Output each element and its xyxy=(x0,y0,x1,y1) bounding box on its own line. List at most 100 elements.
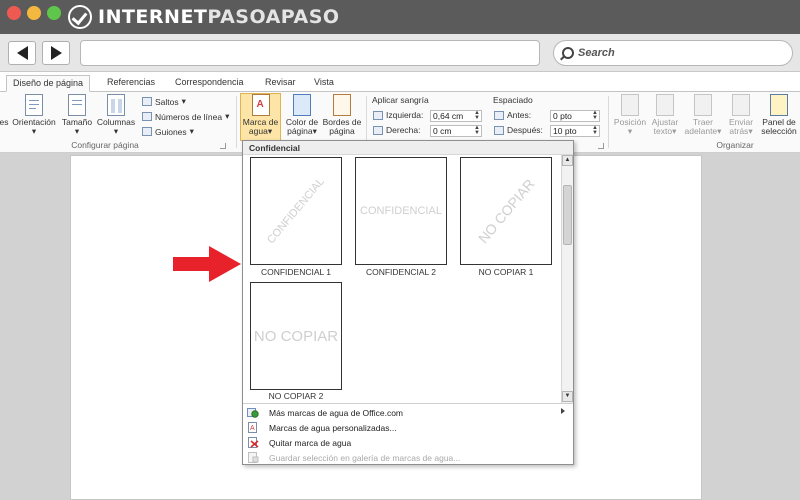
aplicar-sangria-title: Aplicar sangría xyxy=(372,95,429,105)
thumb-caption: NO COPIAR 1 xyxy=(478,267,534,277)
orientation-icon xyxy=(25,94,43,116)
marca-de-agua-button[interactable]: A Marca de agua▾ xyxy=(240,94,281,140)
columns-icon xyxy=(107,94,125,116)
brand-part1: INTERNET xyxy=(98,6,208,28)
thumb-caption: CONFIDENCIAL 2 xyxy=(365,267,437,277)
margenes-label: es xyxy=(0,117,9,127)
bordes-de-pagina-button[interactable]: Bordes de página xyxy=(321,94,363,140)
enviar-atras-button[interactable]: Enviar atrás▾ xyxy=(724,94,758,140)
guiones-button[interactable]: Guiones ▾ xyxy=(142,126,194,137)
watermark-text: CONFIDENCIAL xyxy=(265,175,327,247)
despues-stepper[interactable]: 10 pto ▲ ▼ xyxy=(550,125,600,137)
margenes-button[interactable]: es xyxy=(0,94,10,140)
custom-watermark-icon: A xyxy=(247,422,259,433)
thumb-caption: CONFIDENCIAL 1 xyxy=(260,267,332,277)
wrap-text-icon xyxy=(656,94,674,116)
stepper-arrows-icon: ▲ ▼ xyxy=(592,110,598,121)
tab-revisar[interactable]: Revisar xyxy=(259,75,302,92)
watermark-text: CONFIDENCIAL xyxy=(360,205,442,217)
antes-row: Antes: xyxy=(494,110,531,120)
send-backward-icon xyxy=(732,94,750,116)
submenu-arrow-icon xyxy=(561,408,565,414)
antes-label: Antes: xyxy=(507,110,532,120)
configurar-pagina-launcher[interactable] xyxy=(220,143,226,149)
antes-value: 0 pto xyxy=(553,111,572,121)
watermark-thumb-no-copiar-2[interactable]: NO COPIAR xyxy=(250,282,342,390)
menu-quitar-marca[interactable]: Quitar marca de agua xyxy=(245,435,571,450)
izquierda-value: 0,64 cm xyxy=(433,111,464,121)
spacing-before-icon xyxy=(494,110,504,120)
minimize-window-button[interactable] xyxy=(27,6,41,20)
derecha-stepper[interactable]: 0 cm ▲ ▼ xyxy=(430,125,482,137)
menu-marcas-personalizadas[interactable]: A Marcas de agua personalizadas... xyxy=(245,420,571,435)
watermark-thumb-no-copiar-1[interactable]: NO COPIAR xyxy=(460,157,552,265)
menu-mas-marcas-office[interactable]: Más marcas de agua de Office.com xyxy=(245,405,571,420)
forward-button[interactable] xyxy=(42,41,70,65)
globe-icon xyxy=(247,407,259,418)
saltos-label: Saltos xyxy=(155,96,179,107)
parrafo-launcher[interactable] xyxy=(598,143,604,149)
guiones-label: Guiones xyxy=(155,126,187,137)
scroll-down-icon[interactable]: ▼ xyxy=(562,391,573,402)
watermark-thumb-confidencial-2[interactable]: CONFIDENCIAL xyxy=(355,157,447,265)
search-icon xyxy=(562,47,574,59)
tab-referencias[interactable]: Referencias xyxy=(101,75,161,92)
red-arrow-shape xyxy=(173,246,241,282)
tamano-button[interactable]: Tamaño ▾ xyxy=(60,94,94,140)
scroll-thumb[interactable] xyxy=(563,185,572,245)
indent-right-icon xyxy=(373,125,383,135)
izquierda-stepper[interactable]: 0,64 cm ▲ ▼ xyxy=(430,110,482,122)
address-bar[interactable] xyxy=(80,40,540,66)
ajustar-texto-label-2: texto xyxy=(653,126,673,136)
menu-guardar-seleccion[interactable]: Guardar selección en galería de marcas d… xyxy=(245,450,571,465)
menu-marcas-personalizadas-label: Marcas de agua personalizadas... xyxy=(269,422,397,433)
watermark-text: NO COPIAR xyxy=(474,175,538,247)
numeros-de-linea-button[interactable]: Números de línea ▾ xyxy=(142,111,229,122)
derecha-value: 0 cm xyxy=(433,126,452,136)
spacing-after-icon xyxy=(494,125,504,135)
stepper-arrows-icon: ▲ ▼ xyxy=(592,125,598,136)
antes-stepper[interactable]: 0 pto ▲ ▼ xyxy=(550,110,600,122)
columnas-button[interactable]: Columnas ▾ xyxy=(96,94,136,140)
izquierda-label: Izquierda: xyxy=(386,110,424,120)
zoom-window-button[interactable] xyxy=(47,6,61,20)
orientacion-button[interactable]: Orientación ▾ xyxy=(10,94,58,140)
indent-left-icon xyxy=(373,110,383,120)
despues-row: Después: xyxy=(494,125,543,135)
save-gallery-icon xyxy=(247,452,259,463)
color-de-pagina-label-2: página xyxy=(287,126,313,136)
menu-guardar-seleccion-label: Guardar selección en galería de marcas d… xyxy=(269,452,461,463)
thumb-caption: NO COPIAR 2 xyxy=(268,391,324,401)
saltos-button[interactable]: Saltos ▾ xyxy=(142,96,186,107)
search-input[interactable]: Search xyxy=(553,40,793,66)
stepper-arrows-icon: ▲ ▼ xyxy=(474,110,480,121)
ajustar-texto-button[interactable]: Ajustar texto▾ xyxy=(648,94,682,140)
search-label: Search xyxy=(578,47,615,59)
stepper-arrows-icon: ▲ ▼ xyxy=(474,125,480,136)
despues-label: Después: xyxy=(507,125,543,135)
espaciado-title: Espaciado xyxy=(493,95,533,105)
bordes-de-pagina-label-2: página xyxy=(329,126,355,136)
tab-diseno-de-pagina[interactable]: Diseño de página xyxy=(6,75,91,92)
back-button[interactable] xyxy=(8,41,36,65)
watermark-text: NO COPIAR xyxy=(253,327,339,345)
tab-vista[interactable]: Vista xyxy=(308,75,340,92)
panel-de-seleccion-button[interactable]: Panel de selección xyxy=(758,94,800,140)
svg-text:A: A xyxy=(250,425,255,432)
traer-adelante-label-2: adelante xyxy=(684,126,718,136)
traer-adelante-button[interactable]: Traer adelante▾ xyxy=(682,94,724,140)
watermark-thumb-confidencial-1[interactable]: CONFIDENCIAL xyxy=(250,157,342,265)
back-arrow-icon xyxy=(16,46,28,60)
posicion-button[interactable]: Posición ▾ xyxy=(612,94,648,140)
check-logo-icon xyxy=(68,5,92,29)
watermark-icon: A xyxy=(251,94,270,116)
scroll-up-icon[interactable]: ▲ xyxy=(562,155,573,166)
color-de-pagina-button[interactable]: Color de página▾ xyxy=(283,94,321,140)
tab-correspondencia[interactable]: Correspondencia xyxy=(169,75,250,92)
close-window-button[interactable] xyxy=(7,6,21,20)
breaks-icon xyxy=(142,97,152,106)
position-icon xyxy=(621,94,639,116)
derecha-label: Derecha: xyxy=(386,125,421,135)
gallery-scrollbar[interactable]: ▲ ▼ xyxy=(561,155,573,403)
panel-de-seleccion-label-2: selección xyxy=(761,126,797,136)
